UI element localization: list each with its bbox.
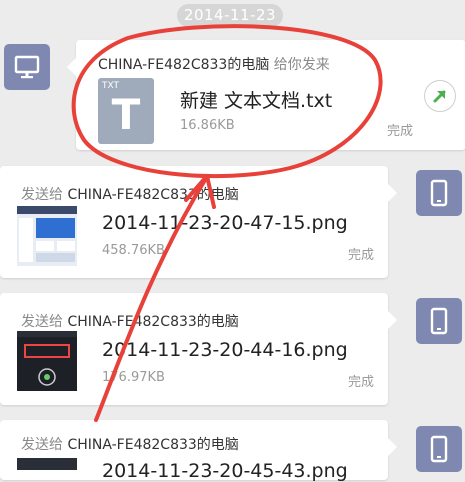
sender-line: 发送给 CHINA-FE482C833的电脑 — [21, 311, 239, 331]
image-thumbnail — [17, 206, 77, 266]
phone-avatar[interactable] — [416, 426, 462, 472]
sender-action: 给你发来 — [273, 57, 330, 73]
sender-line: 发送给 CHINA-FE482C833的电脑 — [21, 434, 239, 454]
transfer-status: 完成 — [348, 248, 375, 263]
send-prefix: 发送给 — [21, 187, 63, 203]
phone-icon — [430, 307, 448, 335]
send-target: CHINA-FE482C833的电脑 — [67, 314, 239, 330]
bubble-pointer — [67, 58, 76, 76]
screenshot-preview-icon — [17, 206, 77, 262]
file-name: 2014-11-23-20-47-15.png — [102, 212, 348, 234]
arrow-up-right-icon — [433, 90, 446, 103]
send-prefix: 发送给 — [21, 437, 63, 453]
sent-file-card[interactable]: 发送给 CHINA-FE482C833的电脑 2014-11-23-20-45-… — [0, 420, 397, 482]
file-size: 176.97KB — [102, 370, 165, 385]
file-name: 新建 文本文档.txt — [180, 90, 333, 112]
txt-file-icon: TXT T — [98, 78, 154, 144]
file-size: 458.76KB — [102, 243, 165, 258]
phone-icon — [430, 435, 448, 463]
send-target: CHINA-FE482C833的电脑 — [67, 187, 239, 203]
send-prefix: 发送给 — [21, 314, 63, 330]
phone-avatar[interactable] — [416, 298, 462, 344]
date-separator: 2014-11-23 — [177, 4, 283, 27]
bubble-pointer — [388, 438, 397, 456]
send-target: CHINA-FE482C833的电脑 — [67, 437, 239, 453]
transfer-status: 完成 — [387, 124, 414, 139]
screenshot-preview-icon — [17, 331, 77, 386]
bubble-pointer — [388, 184, 397, 202]
phone-icon — [430, 179, 448, 207]
transfer-status: 完成 — [348, 375, 375, 390]
sender-line: CHINA-FE482C833的电脑 给你发来 — [98, 54, 330, 74]
sent-file-card[interactable]: 发送给 CHINA-FE482C833的电脑 2014-11-23-20-44-… — [0, 293, 397, 405]
file-size: 16.86KB — [180, 118, 235, 133]
sent-file-card[interactable]: 发送给 CHINA-FE482C833的电脑 2014-11-23-20-47-… — [0, 166, 397, 278]
file-name: 2014-11-23-20-44-16.png — [102, 339, 348, 361]
bubble-pointer — [388, 311, 397, 329]
file-name: 2014-11-23-20-45-43.png — [102, 460, 348, 482]
sender-line: 发送给 CHINA-FE482C833的电脑 — [21, 184, 239, 204]
sender-name: CHINA-FE482C833的电脑 — [98, 57, 270, 73]
monitor-icon — [14, 55, 40, 79]
received-file-card[interactable]: CHINA-FE482C833的电脑 给你发来 TXT T 新建 文本文档.tx… — [67, 40, 465, 150]
image-thumbnail — [17, 458, 77, 470]
phone-avatar[interactable] — [416, 170, 462, 216]
image-thumbnail — [17, 331, 77, 391]
open-file-button[interactable] — [424, 80, 456, 112]
file-type-letter: T — [111, 90, 141, 139]
computer-avatar[interactable] — [4, 44, 50, 90]
